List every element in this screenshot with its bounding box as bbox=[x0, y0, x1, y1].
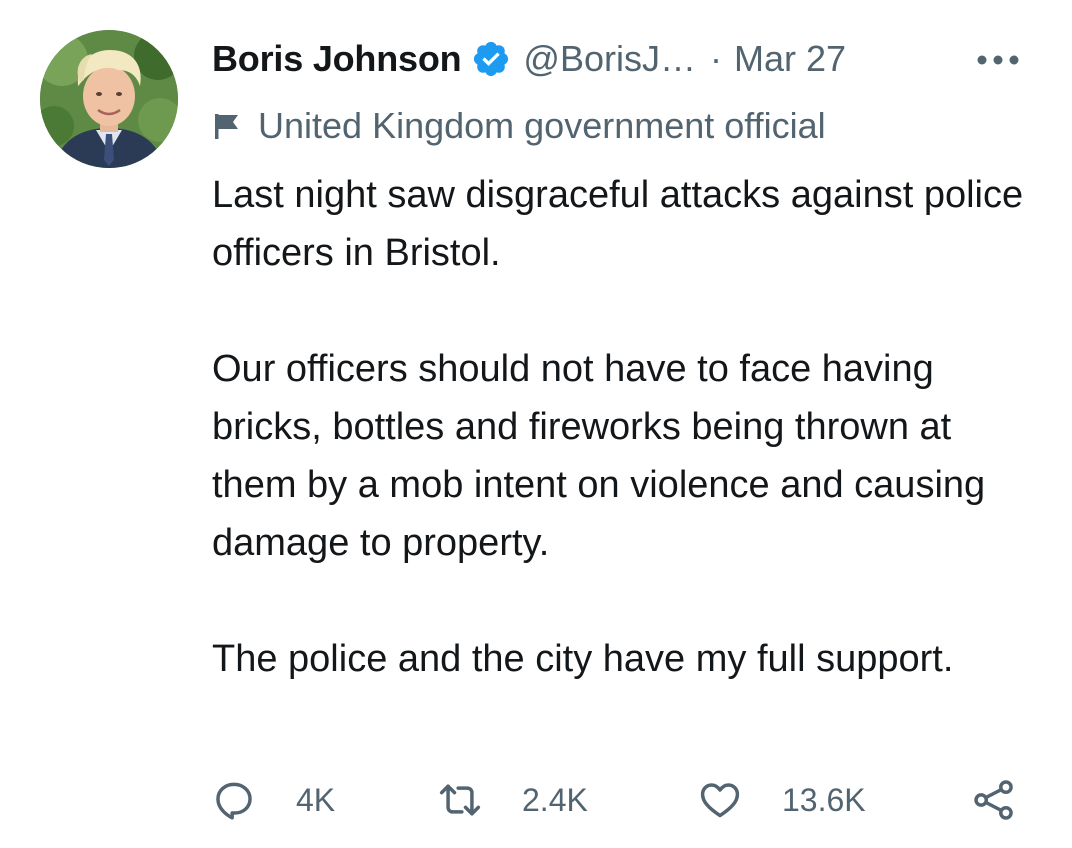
tweet-paragraph: Last night saw disgraceful attacks again… bbox=[212, 174, 1024, 274]
tweet-paragraph: The police and the city have my full sup… bbox=[212, 638, 954, 680]
like-button[interactable]: 13.6K bbox=[698, 772, 866, 828]
reply-count: 4K bbox=[296, 781, 336, 818]
tweet-actions: 4K 2.4K 13.6K bbox=[212, 772, 1032, 828]
retweet-icon bbox=[438, 778, 482, 822]
reply-icon bbox=[212, 778, 256, 822]
avatar-photo bbox=[40, 30, 178, 168]
label-text: United Kingdom government official bbox=[258, 105, 826, 146]
tweet-card[interactable]: Boris Johnson @BorisJ… · Mar 27 United K… bbox=[0, 0, 1072, 848]
account-label[interactable]: United Kingdom government official bbox=[212, 102, 826, 150]
reply-button[interactable]: 4K bbox=[212, 772, 335, 828]
like-count: 13.6K bbox=[782, 781, 866, 818]
share-icon bbox=[972, 778, 1016, 822]
tweet-header: Boris Johnson @BorisJ… · Mar 27 bbox=[212, 34, 846, 84]
more-options-button[interactable] bbox=[972, 42, 1024, 78]
tweet-text: Last night saw disgraceful attacks again… bbox=[212, 166, 1032, 688]
flag-icon bbox=[212, 111, 242, 141]
author-avatar[interactable] bbox=[40, 30, 178, 168]
tweet-paragraph: Our officers should not have to face hav… bbox=[212, 348, 986, 564]
retweet-count: 2.4K bbox=[522, 781, 588, 818]
retweet-button[interactable]: 2.4K bbox=[438, 772, 588, 828]
heart-icon bbox=[698, 778, 742, 822]
author-display-name[interactable]: Boris Johnson bbox=[212, 38, 462, 80]
verified-badge-icon bbox=[471, 39, 511, 79]
header-separator: · bbox=[710, 38, 722, 79]
tweet-timestamp[interactable]: Mar 27 bbox=[734, 38, 846, 80]
share-button[interactable] bbox=[972, 772, 1016, 828]
author-handle[interactable]: @BorisJ… bbox=[523, 38, 696, 80]
more-options-icon bbox=[977, 55, 1019, 65]
